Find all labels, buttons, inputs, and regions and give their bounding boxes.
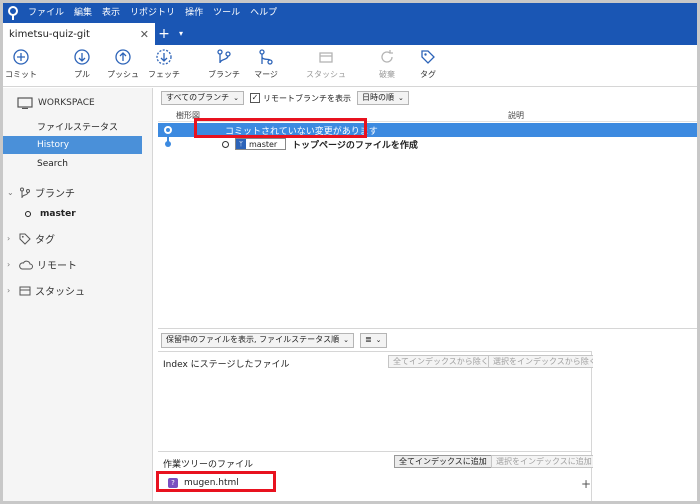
sidebar-group-stashes[interactable]: › スタッシュ bbox=[7, 283, 85, 298]
discard-button[interactable]: 破棄 bbox=[366, 48, 408, 80]
monitor-icon bbox=[17, 97, 33, 109]
chevron-down-icon: ⌄ bbox=[7, 188, 14, 197]
sidebar-item-history[interactable]: History bbox=[3, 136, 142, 154]
pull-button[interactable]: プル bbox=[61, 48, 103, 80]
chevron-right-icon: › bbox=[7, 260, 11, 269]
history-filter-bar: すべてのブランチ ⌄ ✓ リモートブランチを表示 日時の順 ⌄ bbox=[158, 88, 697, 108]
commit-icon bbox=[13, 49, 29, 65]
stash-icon bbox=[319, 52, 333, 63]
sidebar-item-search[interactable]: Search bbox=[3, 155, 153, 173]
menu-file[interactable]: ファイル bbox=[23, 3, 69, 23]
fetch-icon bbox=[156, 49, 172, 65]
file-status-area: 保留中のファイルを表示, ファイルステータス順 ⌄ ≣ ⌄ Index にステージし… bbox=[156, 328, 697, 501]
graph-dot-icon bbox=[165, 141, 171, 147]
sidebar-group-tags[interactable]: › タグ bbox=[7, 231, 55, 246]
pull-icon bbox=[74, 49, 90, 65]
new-tab-button[interactable]: + bbox=[155, 23, 173, 45]
chevron-right-icon: › bbox=[7, 234, 11, 243]
chevron-down-icon: ⌄ bbox=[233, 94, 239, 102]
discard-icon bbox=[381, 50, 393, 63]
main-panel: すべてのブランチ ⌄ ✓ リモートブランチを表示 日時の順 ⌄ 樹形図 説明 コミッ… bbox=[156, 88, 697, 501]
list-view-dropdown[interactable]: ≣ ⌄ bbox=[359, 332, 387, 348]
sort-order-dropdown[interactable]: 日時の順 ⌄ bbox=[357, 91, 409, 105]
menu-actions[interactable]: 操作 bbox=[180, 3, 208, 23]
tag-icon bbox=[421, 50, 435, 64]
chevron-down-icon: ⌄ bbox=[375, 336, 382, 344]
working-tree-panel: 作業ツリーのファイル 全てインデックスに追加 選択をインデックスに追加 ? mu… bbox=[156, 451, 597, 501]
graph-node-icon bbox=[164, 126, 172, 134]
unstage-selected-button[interactable]: 選択をインデックスから除く bbox=[488, 355, 602, 368]
stage-all-button[interactable]: 全てインデックスに追加 bbox=[394, 455, 492, 468]
diff-preview-pane bbox=[593, 351, 697, 501]
branch-icon bbox=[217, 49, 231, 64]
branch-icon: ᛘ bbox=[236, 139, 246, 149]
sidebar-group-branches[interactable]: ⌄ ブランチ bbox=[7, 185, 75, 200]
checkbox[interactable]: ✓ bbox=[250, 93, 260, 103]
tag-icon bbox=[19, 233, 31, 245]
sidebar-item-file-status[interactable]: ファイルステータス bbox=[3, 119, 153, 137]
merge-button[interactable]: マージ bbox=[245, 48, 287, 80]
app-window: ファイル 編集 表示 リポジトリ 操作 ツール ヘルプ kimetsu-quiz… bbox=[0, 0, 700, 504]
menu-bar: ファイル 編集 表示 リポジトリ 操作 ツール ヘルプ bbox=[3, 3, 697, 23]
stash-icon bbox=[19, 286, 31, 295]
pending-files-dropdown[interactable]: 保留中のファイルを表示, ファイルステータス順 ⌄ bbox=[161, 332, 354, 348]
head-icon bbox=[222, 140, 229, 148]
menu-tools[interactable]: ツール bbox=[208, 3, 245, 23]
file-view-toolbar: 保留中のファイルを表示, ファイルステータス順 ⌄ ≣ ⌄ bbox=[158, 332, 393, 348]
current-branch-icon bbox=[25, 211, 31, 217]
tab-repository[interactable]: kimetsu-quiz-git ✕ bbox=[3, 23, 155, 45]
branch-label: ᛘ master bbox=[222, 138, 287, 150]
sidebar-branch-master[interactable]: master bbox=[25, 209, 76, 219]
highlight-box bbox=[194, 118, 367, 138]
close-icon[interactable]: ✕ bbox=[140, 28, 149, 41]
working-tree-title: 作業ツリーのファイル bbox=[163, 460, 254, 470]
column-description[interactable]: 説明 bbox=[508, 110, 524, 121]
push-icon bbox=[115, 49, 131, 65]
stage-selected-button[interactable]: 選択をインデックスに追加 bbox=[491, 455, 597, 468]
show-remote-branches-toggle[interactable]: ✓ リモートブランチを表示 bbox=[250, 93, 351, 104]
stage-file-plus-icon[interactable]: + bbox=[581, 477, 591, 491]
toolbar: コミット プル プッシュ フェッチ ブランチ マージ スタッシュ 破棄 タグ bbox=[3, 45, 697, 87]
chevron-down-icon: ⌄ bbox=[398, 94, 404, 102]
sourcetree-logo-icon bbox=[3, 3, 23, 23]
commit-row-uncommitted[interactable]: コミットされていない変更があります bbox=[158, 118, 697, 138]
branch-filter-dropdown[interactable]: すべてのブランチ ⌄ bbox=[161, 91, 244, 105]
unstage-all-button[interactable]: 全てインデックスから除く bbox=[388, 355, 494, 368]
fetch-button[interactable]: フェッチ bbox=[143, 48, 185, 80]
chevron-right-icon: › bbox=[7, 286, 11, 295]
branch-icon bbox=[20, 187, 30, 198]
menu-edit[interactable]: 編集 bbox=[69, 3, 97, 23]
commit-button[interactable]: コミット bbox=[3, 48, 42, 80]
cloud-icon bbox=[19, 260, 33, 269]
staged-files-panel: Index にステージしたファイル 全てインデックスから除く 選択をインデックス… bbox=[158, 351, 602, 451]
tab-title: kimetsu-quiz-git bbox=[9, 28, 90, 40]
workspace-header: WORKSPACE bbox=[17, 97, 95, 109]
branch-button[interactable]: ブランチ bbox=[203, 48, 245, 80]
chevron-down-icon: ⌄ bbox=[343, 336, 349, 344]
commit-message: トップページのファイルを作成 bbox=[292, 141, 418, 151]
commit-row-master[interactable]: ᛘ master トップページのファイルを作成 bbox=[158, 137, 697, 151]
tab-list-button[interactable]: ▾ bbox=[173, 23, 189, 45]
tag-button[interactable]: タグ bbox=[407, 48, 449, 80]
list-icon: ≣ bbox=[364, 335, 372, 344]
highlight-box bbox=[156, 471, 276, 492]
menu-view[interactable]: 表示 bbox=[97, 3, 125, 23]
menu-help[interactable]: ヘルプ bbox=[245, 3, 282, 23]
tab-bar: kimetsu-quiz-git ✕ + ▾ bbox=[3, 23, 697, 45]
staged-files-title: Index にステージしたファイル bbox=[163, 360, 290, 370]
push-button[interactable]: プッシュ bbox=[102, 48, 144, 80]
merge-icon bbox=[259, 49, 273, 65]
menu-repository[interactable]: リポジトリ bbox=[125, 3, 180, 23]
stash-button[interactable]: スタッシュ bbox=[305, 48, 347, 80]
sidebar: WORKSPACE ファイルステータス History Search ⌄ ブラン… bbox=[3, 88, 153, 501]
sidebar-group-remotes[interactable]: › リモート bbox=[7, 257, 77, 272]
